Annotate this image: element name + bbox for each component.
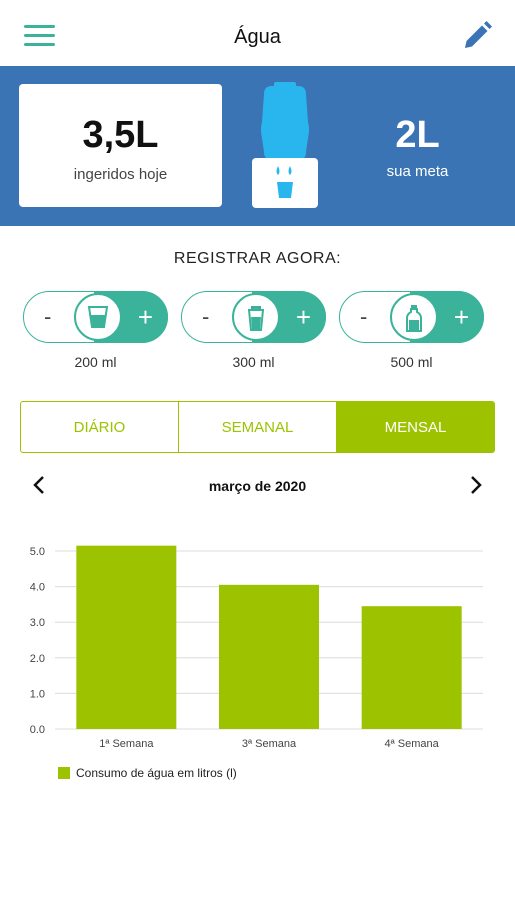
app-header: Água [0, 0, 515, 66]
cup-icon [232, 293, 280, 341]
decrement-button[interactable]: - [360, 304, 367, 330]
intake-value: 3,5L [82, 114, 159, 156]
chevron-right-icon[interactable] [465, 475, 485, 495]
bar[interactable] [361, 606, 462, 729]
y-tick-label: 5.0 [30, 546, 45, 558]
bar[interactable] [219, 584, 319, 729]
legend-swatch [58, 767, 70, 779]
increment-button[interactable]: + [138, 302, 153, 333]
weekly-consumption-chart: 0.0 1.0 2.0 3.0 4.0 5.0 1ª Semana 3ª Semana 4ª S… [30, 545, 483, 750]
stepper-label: 200 ml [74, 354, 117, 370]
y-tick-label: 0.0 [30, 724, 45, 736]
stepper-500ml: - + [339, 291, 484, 343]
decrement-button[interactable]: - [44, 304, 51, 330]
goal-value: 2L [395, 114, 440, 156]
page-title: Água [234, 26, 281, 48]
intake-card: 3,5L ingeridos hoje [19, 84, 222, 207]
water-cooler-icon [250, 82, 320, 208]
x-tick-label: 1ª Semana [99, 738, 154, 750]
stepper-label: 500 ml [390, 354, 433, 370]
intake-label: ingeridos hoje [73, 166, 168, 183]
increment-button[interactable]: + [296, 302, 311, 333]
chart-legend: Consumo de água em litros (l) [58, 766, 237, 780]
month-label: março de 2020 [208, 478, 307, 494]
y-tick-label: 1.0 [30, 688, 45, 700]
period-tabs: DIÁRIO SEMANAL MENSAL [20, 401, 495, 453]
edit-pencil-icon[interactable] [461, 20, 493, 52]
goal-label: sua meta [386, 163, 449, 180]
stepper-200ml: - + [23, 291, 168, 343]
register-title: REGISTRAR AGORA: [173, 250, 342, 267]
y-tick-label: 4.0 [30, 582, 45, 594]
tab-monthly[interactable]: MENSAL [336, 402, 494, 452]
summary-band: 3,5L ingeridos hoje 2L sua meta [0, 66, 515, 226]
x-tick-label: 4ª Semana [385, 738, 440, 750]
legend-label: Consumo de água em litros (l) [76, 766, 237, 780]
tab-weekly[interactable]: SEMANAL [178, 402, 336, 452]
glass-icon [74, 293, 122, 341]
stepper-label: 300 ml [232, 354, 275, 370]
bottle-icon [390, 293, 438, 341]
y-tick-label: 3.0 [30, 617, 45, 629]
decrement-button[interactable]: - [202, 304, 209, 330]
increment-button[interactable]: + [454, 302, 469, 333]
tab-daily[interactable]: DIÁRIO [21, 402, 178, 452]
y-tick-label: 2.0 [30, 653, 45, 665]
x-tick-label: 3ª Semana [242, 738, 297, 750]
bar[interactable] [76, 545, 177, 729]
stepper-300ml: - + [181, 291, 326, 343]
